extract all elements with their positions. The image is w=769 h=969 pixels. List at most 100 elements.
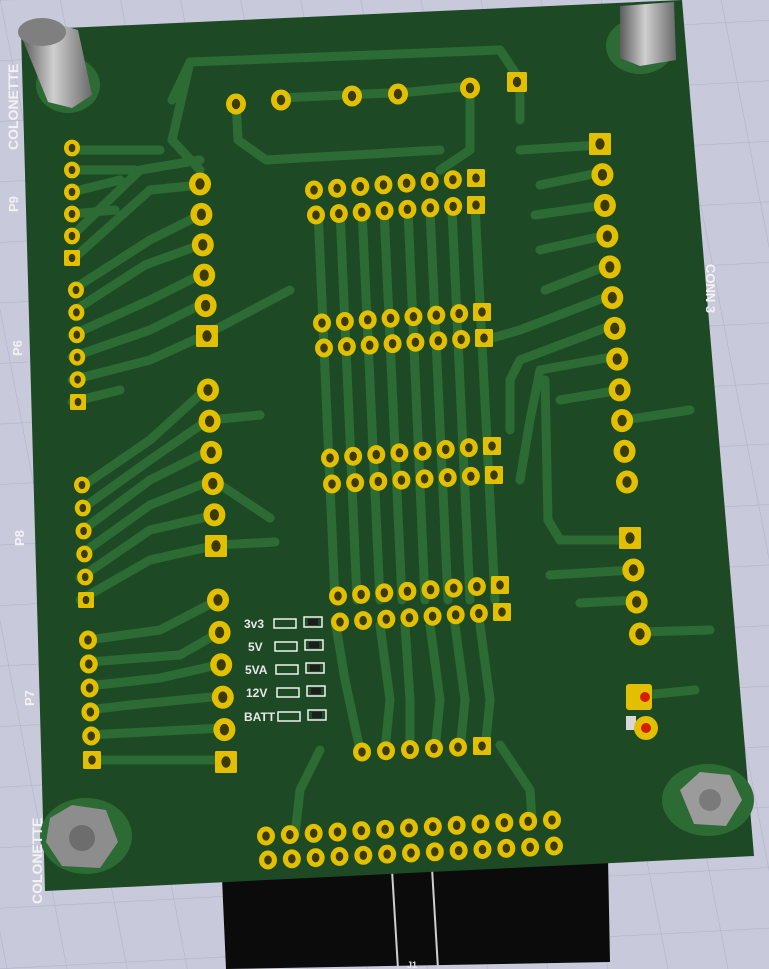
pad-drill: [374, 476, 383, 487]
pad-drill: [432, 310, 441, 320]
pad-drill: [288, 854, 296, 864]
label-colonette-top: COLONETTE: [5, 64, 21, 150]
pad-drill: [86, 707, 95, 717]
pad-drill: [199, 269, 209, 281]
pad-drill: [72, 285, 80, 295]
pad-drill: [428, 611, 437, 621]
pad-drill: [216, 659, 226, 671]
pad-drill: [209, 509, 220, 521]
pad-drill: [465, 443, 473, 453]
pad-drill: [383, 849, 391, 859]
pad-drill: [455, 308, 463, 319]
label-p6: P6: [10, 340, 25, 356]
pad-drill: [68, 187, 76, 197]
led-label-5va: 5VA: [245, 663, 268, 677]
pad-drill: [196, 208, 207, 221]
pad-drill: [619, 445, 630, 457]
pad-drill: [382, 614, 391, 624]
pad-drill: [451, 610, 460, 620]
pad-drill: [393, 88, 403, 100]
pad-drill: [73, 353, 81, 362]
pad-drill: [615, 384, 625, 396]
pad-drill: [286, 829, 294, 840]
label-conn3: CONN 3: [703, 264, 718, 313]
pad-drill: [213, 594, 223, 606]
pad-drill: [276, 94, 286, 106]
pad-drill: [336, 617, 344, 627]
pad-drill: [526, 842, 534, 852]
pad-drill: [198, 239, 208, 251]
pad-drill: [420, 474, 429, 484]
pad-drill: [202, 330, 212, 342]
pad-drill: [498, 607, 506, 617]
pad-drill: [600, 199, 610, 212]
pad-drill: [425, 176, 434, 187]
led-label-3v3: 3v3: [244, 617, 264, 631]
pad-drill: [214, 626, 225, 639]
pad-drill: [343, 341, 351, 352]
standoff-bottom-left: [40, 798, 132, 874]
pcb-3d-viewport[interactable]: J1 3v3 5V 5VA 12V BATT COLONETTE P9 P6 P…: [0, 0, 769, 969]
pad-drill: [478, 741, 486, 751]
pad-drill: [333, 183, 341, 193]
pad-drill: [204, 415, 215, 427]
pad-drill: [320, 343, 328, 353]
pad-drill: [622, 476, 632, 488]
pad-drill: [405, 613, 414, 623]
pad-drill: [490, 470, 498, 480]
pad-drill: [472, 200, 480, 210]
pad-drill: [426, 203, 435, 213]
pad-drill: [386, 313, 395, 323]
pad-drill: [73, 308, 80, 317]
pad-drill: [443, 472, 452, 483]
pad-drill: [496, 580, 504, 590]
pad-drill: [333, 827, 342, 837]
pad-drill: [454, 742, 462, 752]
pad-drill: [357, 825, 366, 836]
pad-drill: [195, 178, 205, 190]
pad-drill: [74, 397, 82, 407]
pad-drill: [264, 855, 272, 865]
pad-drill: [347, 90, 357, 102]
pad-drill: [74, 375, 81, 384]
pad-drill: [449, 201, 457, 212]
pad-drill: [73, 330, 81, 339]
pad-drill: [467, 471, 475, 481]
pad-drill: [472, 173, 480, 183]
bottom-connector-label: J1: [407, 960, 417, 969]
pad-drill: [365, 340, 374, 350]
pad-drill: [68, 253, 76, 263]
pad-drill: [357, 207, 366, 217]
pad-drill: [349, 451, 357, 461]
pad-drill: [84, 635, 92, 645]
pad-drill: [312, 210, 320, 220]
pad-drill: [612, 353, 622, 365]
pad-drill: [357, 589, 365, 600]
pad-drill: [512, 76, 522, 88]
pad-drill: [429, 821, 437, 832]
pad-drill: [219, 723, 230, 736]
pad-drill: [473, 581, 481, 592]
pad-drill: [311, 852, 320, 863]
pad-drill: [617, 414, 627, 427]
pad-drill: [607, 291, 617, 304]
pad-drill: [356, 181, 365, 192]
pad-drill: [478, 307, 486, 317]
led-label-12v: 12V: [246, 686, 267, 700]
pad-drill: [208, 477, 218, 490]
pad-drill: [68, 165, 76, 175]
pad-drill: [359, 850, 368, 861]
pad-drill: [203, 384, 213, 396]
pad-drill: [87, 731, 95, 741]
pad-drill: [595, 138, 605, 150]
led-label-5v: 5V: [248, 640, 263, 654]
pad-drill: [379, 180, 388, 190]
pad-drill: [341, 316, 349, 327]
pad-drill: [380, 206, 389, 216]
pad-drill: [380, 588, 389, 598]
pad-drill: [407, 848, 415, 858]
pad-drill: [550, 841, 558, 851]
pad-drill: [334, 591, 342, 601]
pad-drill: [335, 208, 343, 219]
pad-drill: [351, 478, 359, 488]
